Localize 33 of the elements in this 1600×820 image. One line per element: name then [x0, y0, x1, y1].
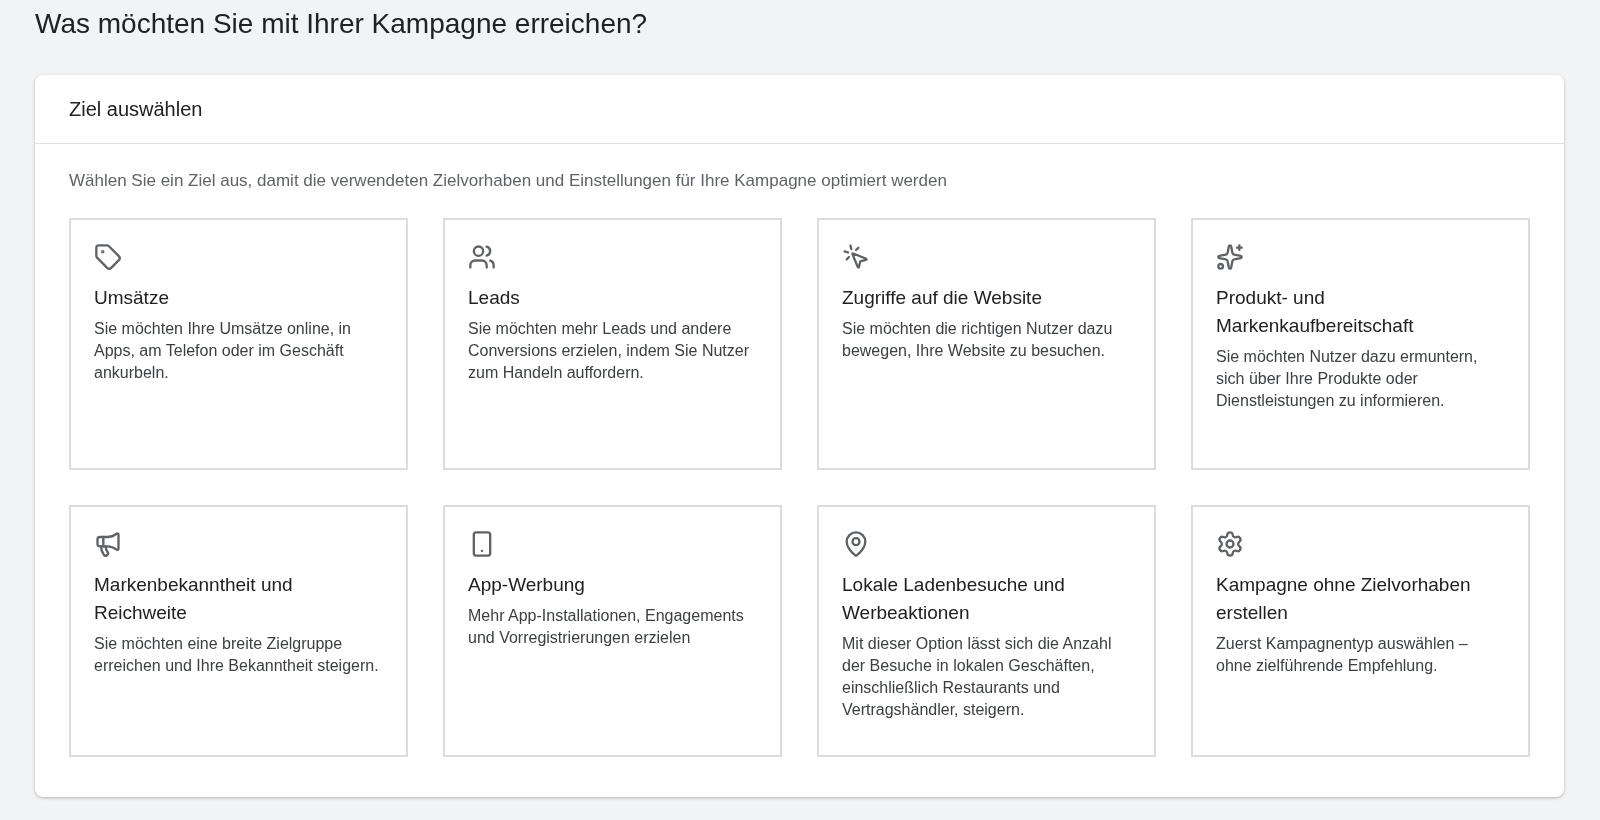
- panel-description: Wählen Sie ein Ziel aus, damit die verwendeten Zielvorhaben und Einstellungen für Ihre Kampagne optimiert werden: [69, 170, 947, 192]
- goal-title: Lokale Ladenbesuche und Werbeaktionen: [842, 572, 1066, 625]
- people-icon: [468, 242, 496, 271]
- goal-title: Markenbekanntheit und Reichweite: [94, 572, 294, 625]
- tag-icon: [94, 242, 122, 271]
- goal-description: Sie möchten eine breite Zielgruppe erreichen und Ihre Bekanntheit steigern.: [94, 633, 380, 676]
- goal-description: Sie möchten Nutzer dazu ermuntern, sich über Ihre Produkte oder Dienstleistungen zu informieren.: [1216, 346, 1479, 411]
- settings-icon: [1216, 529, 1244, 558]
- goal-card[interactable]: Zugriffe auf die Website Sie möchten die richtigen Nutzer dazu bewegen, Ihre Website zu besuchen.: [817, 217, 1156, 470]
- page-title: Was möchten Sie mit Ihrer Kampagne erreichen?: [35, 7, 648, 41]
- cursor-click-icon: [842, 242, 870, 271]
- goal-card[interactable]: Umsätze Sie möchten Ihre Umsätze online, in Apps, am Telefon oder im Geschäft ankurbeln.: [69, 217, 408, 470]
- goal-card[interactable]: Kampagne ohne Zielvorhaben erstellen Zuerst Kampagnentyp auswählen – ohne zielführende Empfehlung.: [1191, 504, 1530, 757]
- goal-description: Sie möchten Ihre Umsätze online, in Apps, am Telefon oder im Geschäft ankurbeln.: [94, 318, 352, 383]
- goal-title: App-Werbung: [468, 572, 586, 597]
- goal-title: Leads: [468, 285, 521, 310]
- sparkles-icon: [1216, 242, 1244, 271]
- goal-description: Sie möchten die richtigen Nutzer dazu bewegen, Ihre Website zu besuchen.: [842, 318, 1114, 361]
- goal-title: Umsätze: [94, 285, 170, 310]
- goal-description: Mehr App-Installationen, Engagements und Vorregistrierungen erzielen: [468, 605, 745, 648]
- goal-title: Kampagne ohne Zielvorhaben erstellen: [1216, 572, 1472, 625]
- goal-description: Sie möchten mehr Leads und andere Conversions erzielen, indem Sie Nutzer zum Handeln auffordern.: [468, 318, 750, 383]
- goal-card[interactable]: Lokale Ladenbesuche und Werbeaktionen Mit dieser Option lässt sich die Anzahl der Besuche in lokalen Geschäften, einschließlich Restaurants und Vertragshändler, steigern.: [817, 504, 1156, 757]
- megaphone-icon: [94, 529, 122, 558]
- panel-title: Ziel auswählen: [69, 97, 203, 122]
- goal-card[interactable]: App-Werbung Mehr App-Installationen, Engagements und Vorregistrierungen erzielen: [443, 504, 782, 757]
- goal-title: Zugriffe auf die Website: [842, 285, 1043, 310]
- goal-card[interactable]: Leads Sie möchten mehr Leads und andere Conversions erzielen, indem Sie Nutzer zum Handeln auffordern.: [443, 217, 782, 470]
- goal-description: Zuerst Kampagnentyp auswählen – ohne zielführende Empfehlung.: [1216, 633, 1469, 676]
- goal-card[interactable]: Produkt- und Markenkaufbereitschaft Sie möchten Nutzer dazu ermuntern, sich über Ihre Produkte oder Dienstleistungen zu informieren.: [1191, 217, 1530, 470]
- goal-description: Mit dieser Option lässt sich die Anzahl der Besuche in lokalen Geschäften, einschließlich Restaurants und Vertragshändler, steigern.: [842, 633, 1113, 720]
- goal-card[interactable]: Markenbekanntheit und Reichweite Sie möchten eine breite Zielgruppe erreichen und Ihre Bekanntheit steigern.: [69, 504, 408, 757]
- goal-title: Produkt- und Markenkaufbereitschaft: [1216, 285, 1415, 338]
